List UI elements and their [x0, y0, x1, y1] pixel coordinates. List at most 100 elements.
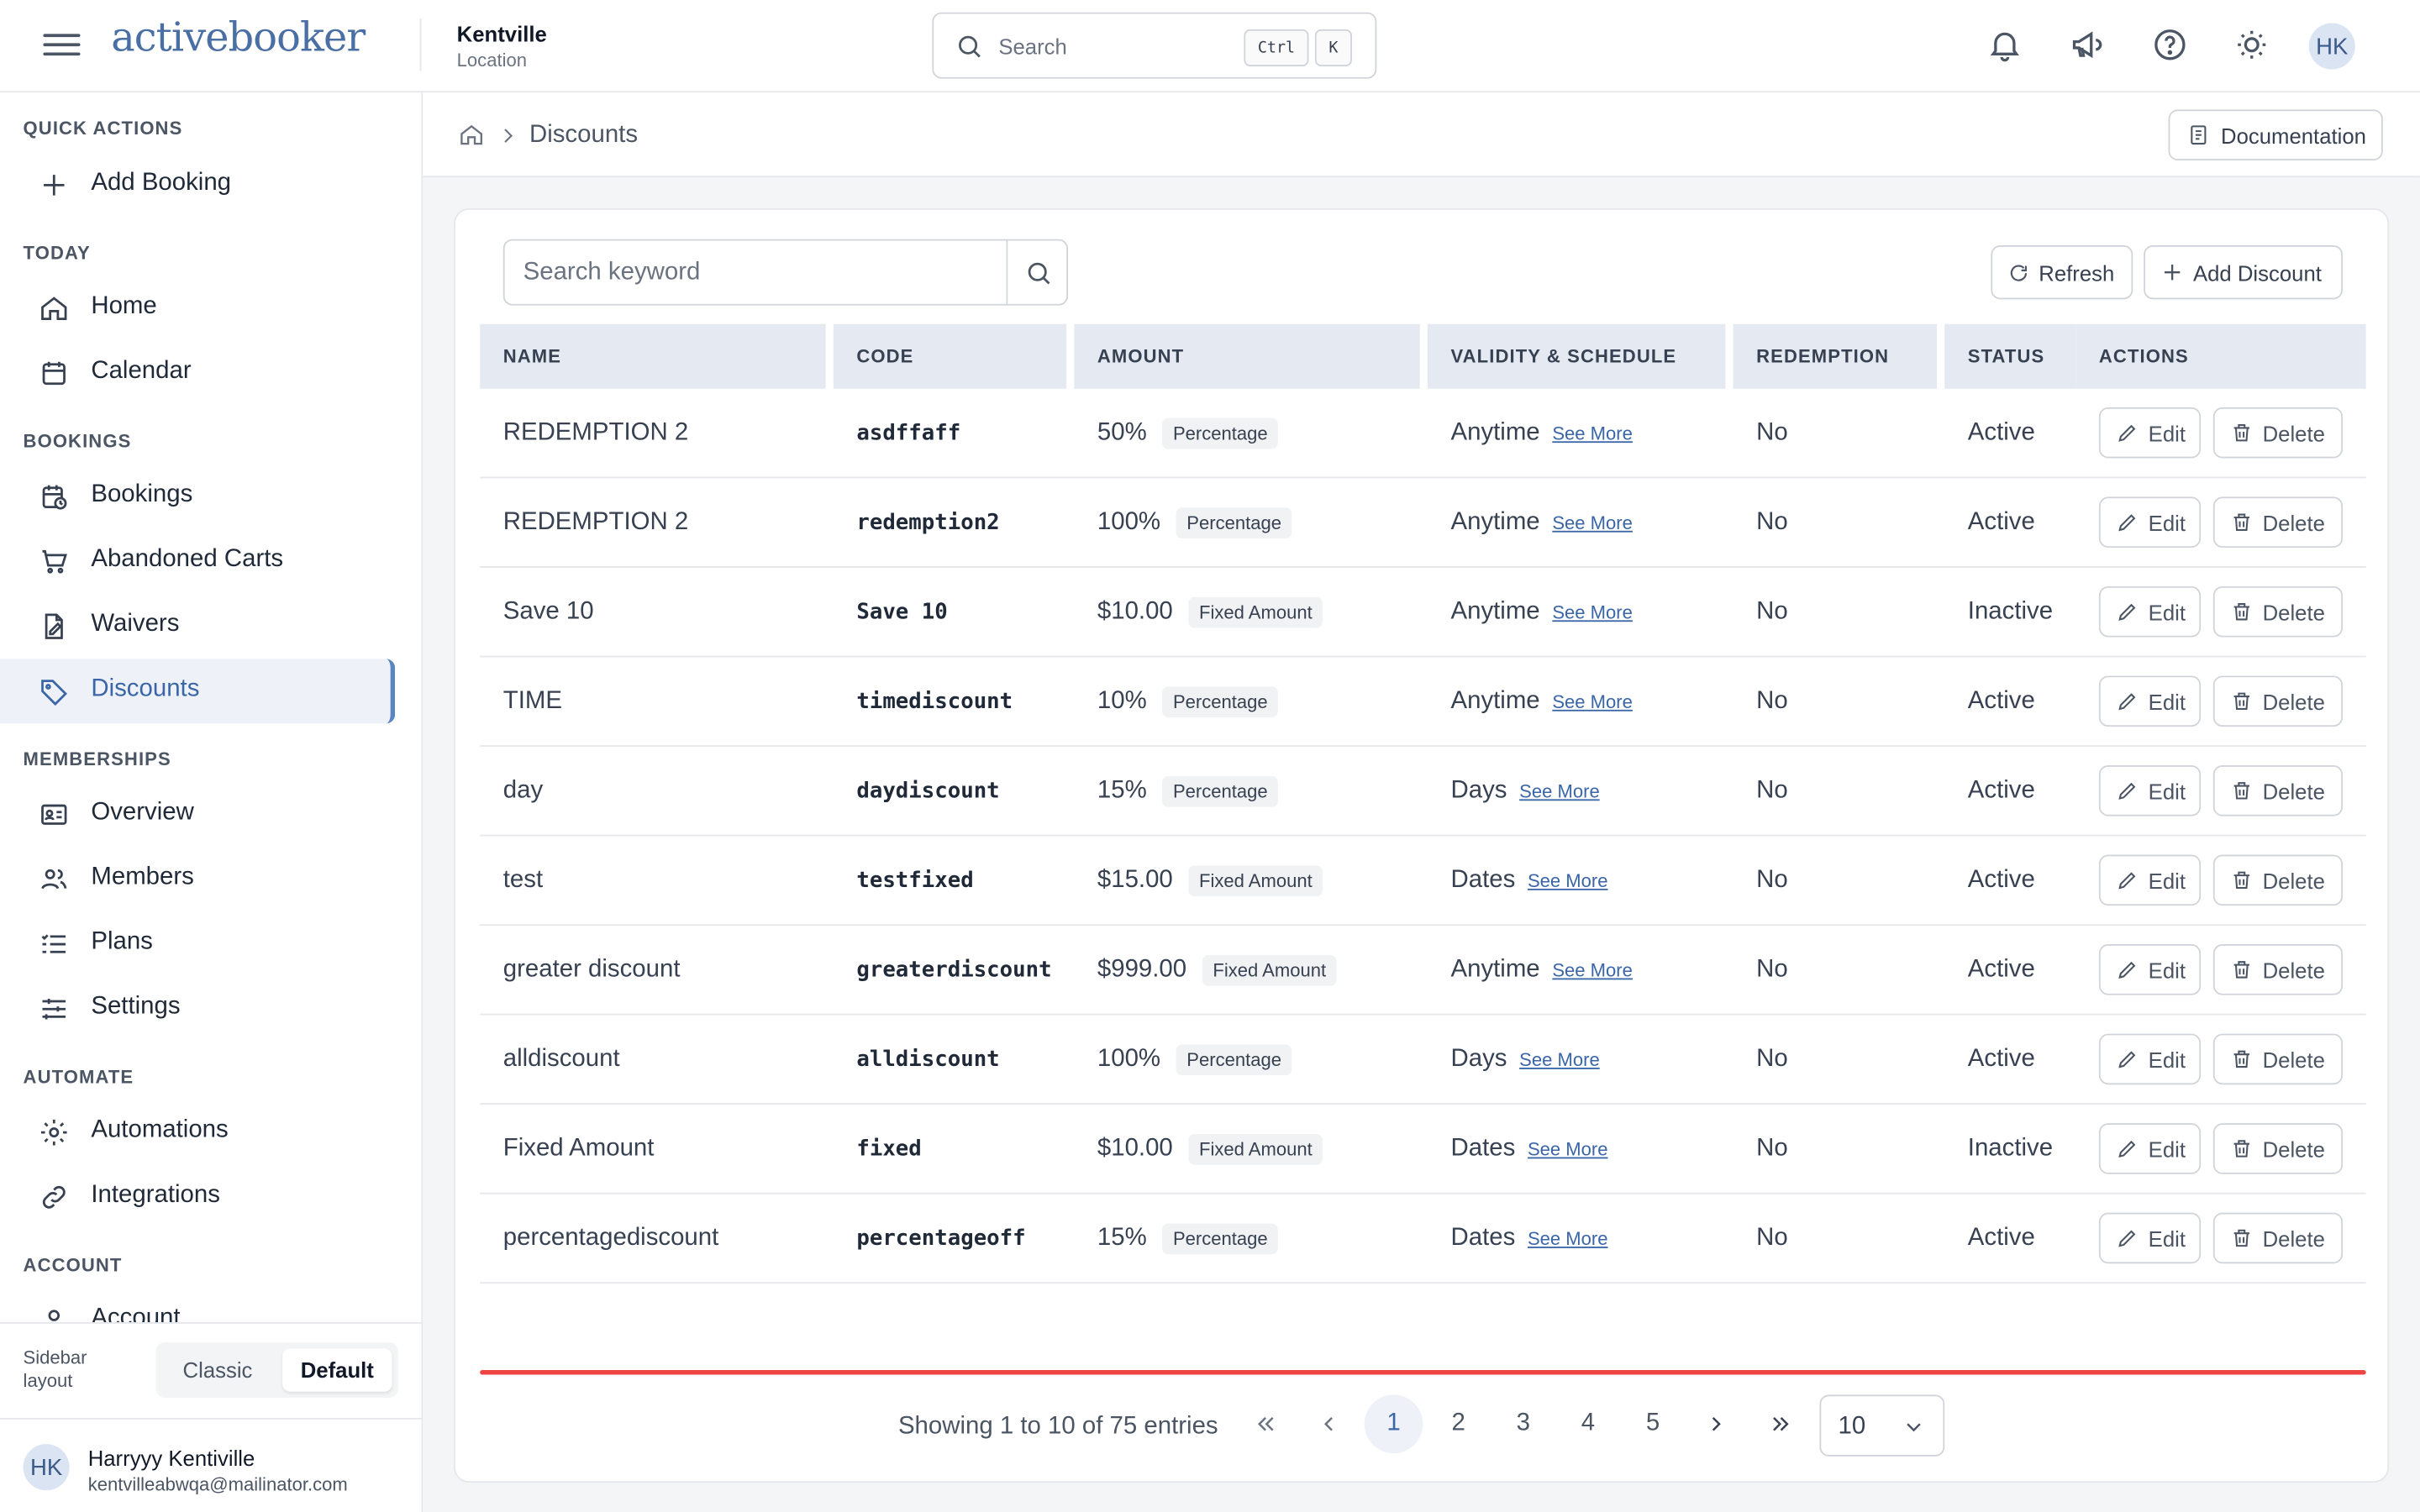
page-button-4[interactable]: 4 [1559, 1394, 1618, 1453]
delete-button[interactable]: Delete [2212, 854, 2344, 906]
see-more-link[interactable]: See More [1552, 601, 1633, 622]
layout-option-default[interactable]: Default [282, 1348, 392, 1392]
column-header-validity[interactable]: VALIDITY & SCHEDULE [1427, 323, 1726, 389]
sidebar-item-label: Automations [91, 1116, 229, 1143]
column-header-code[interactable]: CODE [833, 323, 1067, 389]
edit-button[interactable]: Edit [2098, 854, 2202, 906]
sidebar-item-settings[interactable]: Settings [0, 977, 395, 1042]
column-header-status[interactable]: STATUS [1944, 323, 2076, 389]
highlight-underline [480, 1369, 2366, 1375]
section-label-quick-actions: QUICK ACTIONS [23, 117, 183, 139]
discount-amount: 100% [1097, 1045, 1161, 1072]
page-button-3[interactable]: 3 [1494, 1394, 1553, 1453]
see-more-link[interactable]: See More [1519, 780, 1600, 801]
column-header-redemption[interactable]: REDEMPTION [1733, 323, 1938, 389]
sidebar-item-calendar[interactable]: Calendar [0, 341, 395, 406]
see-more-link[interactable]: See More [1528, 869, 1608, 891]
delete-label: Delete [2262, 420, 2325, 445]
sidebar-item-label: Discounts [91, 675, 200, 702]
sidebar: QUICK ACTIONS Add Booking TODAY Home Cal… [0, 92, 424, 1512]
delete-button[interactable]: Delete [2212, 496, 2344, 549]
delete-button[interactable]: Delete [2212, 944, 2344, 995]
delete-button[interactable]: Delete [2212, 1123, 2344, 1174]
see-more-link[interactable]: See More [1519, 1048, 1600, 1070]
keyword-search [502, 239, 1068, 306]
add-discount-button[interactable]: Add Discount [2144, 245, 2344, 300]
edit-button[interactable]: Edit [2098, 1123, 2202, 1174]
edit-button[interactable]: Edit [2098, 765, 2202, 816]
search-input[interactable] [504, 240, 1008, 304]
delete-button[interactable]: Delete [2212, 1033, 2344, 1085]
global-search[interactable]: Search Ctrl K [932, 12, 1377, 79]
delete-button[interactable]: Delete [2212, 1212, 2344, 1264]
sidebar-item-home[interactable]: Home [0, 276, 395, 341]
location-name[interactable]: Kentville [457, 22, 547, 46]
see-more-link[interactable]: See More [1552, 422, 1633, 444]
per-page-select[interactable]: 10 [1819, 1394, 1945, 1457]
column-header-name[interactable]: NAME [480, 323, 826, 389]
sidebar-item-abandoned-carts[interactable]: Abandoned Carts [0, 529, 395, 594]
sidebar-item-integrations[interactable]: Integrations [0, 1165, 395, 1230]
user-profile[interactable]: HK Harryyy Kentiville kentvilleabwqa@mai… [0, 1417, 422, 1512]
list-icon [41, 934, 66, 953]
see-more-link[interactable]: See More [1552, 690, 1633, 712]
sun-icon[interactable] [2233, 26, 2270, 63]
page-button-5[interactable]: 5 [1623, 1394, 1682, 1453]
global-search-placeholder: Search [998, 34, 1067, 59]
edit-button[interactable]: Edit [2098, 585, 2202, 638]
previous-page-button[interactable] [1300, 1394, 1359, 1453]
home-icon [41, 297, 67, 320]
next-page-button[interactable] [1687, 1394, 1746, 1453]
delete-button[interactable]: Delete [2212, 675, 2344, 727]
status-value: Active [1967, 955, 2035, 983]
edit-button[interactable]: Edit [2098, 407, 2202, 459]
edit-button[interactable]: Edit [2098, 675, 2202, 727]
home-icon[interactable] [458, 122, 484, 148]
edit-button[interactable]: Edit [2098, 496, 2202, 549]
avatar[interactable]: HK [2308, 23, 2355, 70]
edit-button[interactable]: Edit [2098, 1033, 2202, 1085]
first-page-button[interactable] [1236, 1394, 1295, 1453]
delete-button[interactable]: Delete [2212, 407, 2344, 459]
sidebar-item-overview[interactable]: Overview [0, 782, 395, 847]
discount-name: REDEMPTION 2 [502, 418, 689, 445]
help-icon[interactable] [2151, 26, 2188, 63]
sidebar-item-discounts[interactable]: Discounts [0, 659, 396, 724]
see-more-link[interactable]: See More [1528, 1138, 1608, 1160]
see-more-link[interactable]: See More [1552, 959, 1633, 981]
discount-amount: 15% [1097, 1224, 1147, 1251]
edit-button[interactable]: Edit [2098, 944, 2202, 995]
redemption-value: No [1756, 1045, 1788, 1072]
page-button-1[interactable]: 1 [1364, 1394, 1423, 1454]
delete-button[interactable]: Delete [2212, 765, 2344, 816]
menu-icon[interactable] [43, 28, 81, 65]
logo[interactable]: activebooker [111, 15, 366, 61]
last-page-button[interactable] [1752, 1394, 1811, 1453]
sidebar-item-add-booking[interactable]: Add Booking [0, 153, 395, 218]
megaphone-icon[interactable] [2068, 26, 2105, 63]
discount-type-badge: Percentage [1176, 1043, 1292, 1075]
layout-option-classic[interactable]: Classic [162, 1348, 273, 1391]
bell-icon[interactable] [1986, 26, 2023, 63]
discount-type-badge: Fixed Amount [1202, 953, 1337, 985]
sidebar-item-members[interactable]: Members [0, 847, 395, 911]
sidebar-item-automations[interactable]: Automations [0, 1100, 395, 1165]
discount-code: timediscount [856, 689, 1013, 714]
see-more-link[interactable]: See More [1552, 512, 1633, 533]
refresh-button[interactable]: Refresh [1991, 245, 2133, 300]
chevron-right-icon [1712, 1417, 1721, 1431]
search-button[interactable] [1007, 241, 1068, 304]
sidebar-item-plans[interactable]: Plans [0, 911, 395, 976]
page-button-2[interactable]: 2 [1429, 1394, 1488, 1453]
edit-button[interactable]: Edit [2098, 1212, 2202, 1264]
column-header-amount[interactable]: AMOUNT [1074, 323, 1420, 389]
table-row: greater discount greaterdiscount $999.00 Fi… [480, 926, 2366, 1016]
see-more-link[interactable]: See More [1528, 1227, 1608, 1249]
validity-value: Dates [1450, 1134, 1516, 1162]
documentation-button[interactable]: Documentation [2168, 109, 2383, 161]
delete-button[interactable]: Delete [2212, 585, 2344, 638]
sidebar-item-bookings[interactable]: Bookings [0, 465, 395, 529]
sidebar-item-waivers[interactable]: Waivers [0, 594, 395, 659]
amount-cell: 50% Percentage [1097, 389, 1279, 477]
trash-icon [2233, 1050, 2249, 1068]
